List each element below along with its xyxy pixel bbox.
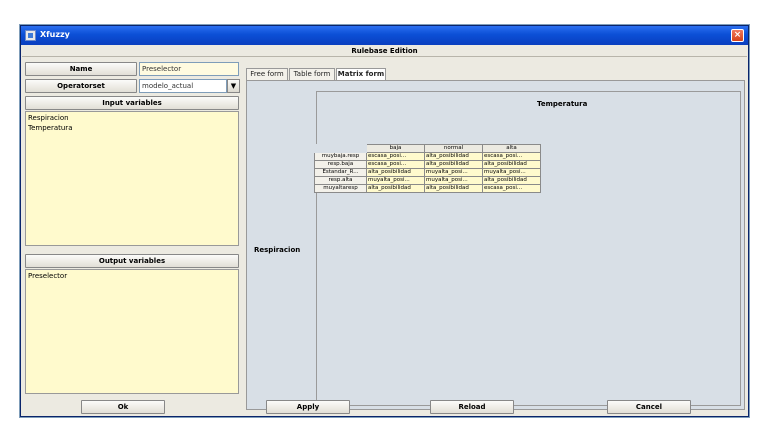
matrix-cell[interactable]: muyalta_posi... [424,168,483,177]
matrix-cell[interactable]: alta_posibilidad [424,184,483,193]
matrix-cell[interactable]: alta_posibilidad [424,152,483,161]
list-item[interactable]: Preselector [28,271,236,281]
input-variables-list: Respiracion Temperatura [25,111,239,246]
table-row: muyaltaresp alta_posibilidad alta_posibi… [314,184,541,193]
column-header: alta [482,144,541,153]
input-variables-header: Input variables [25,96,239,110]
name-field[interactable]: Preselector [139,62,239,76]
window-title: Xfuzzy [40,30,70,39]
row-header: resp.alta [314,176,367,185]
operatorset-label: Operatorset [25,79,137,93]
title-bar[interactable]: Xfuzzy × [21,26,748,45]
matrix-cell[interactable]: alta_posibilidad [424,160,483,169]
ok-button[interactable]: Ok [81,400,165,414]
list-item[interactable]: Temperatura [28,123,236,133]
row-variable-label: Respiracion [254,246,301,254]
matrix-cell[interactable]: alta_posibilidad [366,184,425,193]
reload-button[interactable]: Reload [430,400,514,414]
matrix-panel: Respiracion Temperatura [246,80,745,410]
column-variable-label: Temperatura [537,100,588,108]
matrix-container: Temperatura [316,91,741,406]
table-row: muybaja.resp escasa_posi... alta_posibil… [314,152,541,161]
column-header: normal [424,144,483,153]
tab-table-form[interactable]: Table form [289,68,335,80]
row-header: muyaltaresp [314,184,367,193]
name-label: Name [25,62,137,76]
dialog-title: Rulebase Edition [22,46,747,57]
close-icon[interactable]: × [731,29,744,42]
app-icon [25,30,36,41]
row-header: muybaja.resp [314,152,367,161]
output-variables-header: Output variables [25,254,239,268]
row-header: Estandar_R... [314,168,367,177]
cancel-button[interactable]: Cancel [607,400,691,414]
table-row: Estandar_R... alta_posibilidad muyalta_p… [314,168,541,177]
matrix-cell[interactable]: escasa_posi... [366,152,425,161]
column-header: baja [366,144,425,153]
row-header: resp.baja [314,160,367,169]
table-row: resp.baja escasa_posi... alta_posibilida… [314,160,541,169]
matrix-cell[interactable]: muyalta_posi... [424,176,483,185]
matrix-cell[interactable]: muyalta_posi... [366,176,425,185]
rulebase-window: Xfuzzy × Rulebase Edition Name Preselect… [20,25,749,417]
matrix-corner [314,144,367,153]
apply-button[interactable]: Apply [266,400,350,414]
tab-free-form[interactable]: Free form [246,68,288,80]
matrix-cell[interactable]: alta_posibilidad [482,160,541,169]
chevron-down-icon[interactable]: ▼ [227,79,240,93]
matrix-cell[interactable]: alta_posibilidad [366,168,425,177]
matrix-cell[interactable]: escasa_posi... [482,184,541,193]
operatorset-select[interactable]: modelo_actual [139,79,227,93]
table-row: resp.alta muyalta_posi... muyalta_posi..… [314,176,541,185]
matrix-cell[interactable]: escasa_posi... [482,152,541,161]
matrix-cell[interactable]: escasa_posi... [366,160,425,169]
matrix-cell[interactable]: muyalta_posi... [482,168,541,177]
list-item[interactable]: Respiracion [28,113,236,123]
rule-matrix: baja normal alta muybaja.resp escasa_pos… [314,144,541,193]
output-variables-list: Preselector [25,269,239,394]
matrix-cell[interactable]: alta_posibilidad [482,176,541,185]
